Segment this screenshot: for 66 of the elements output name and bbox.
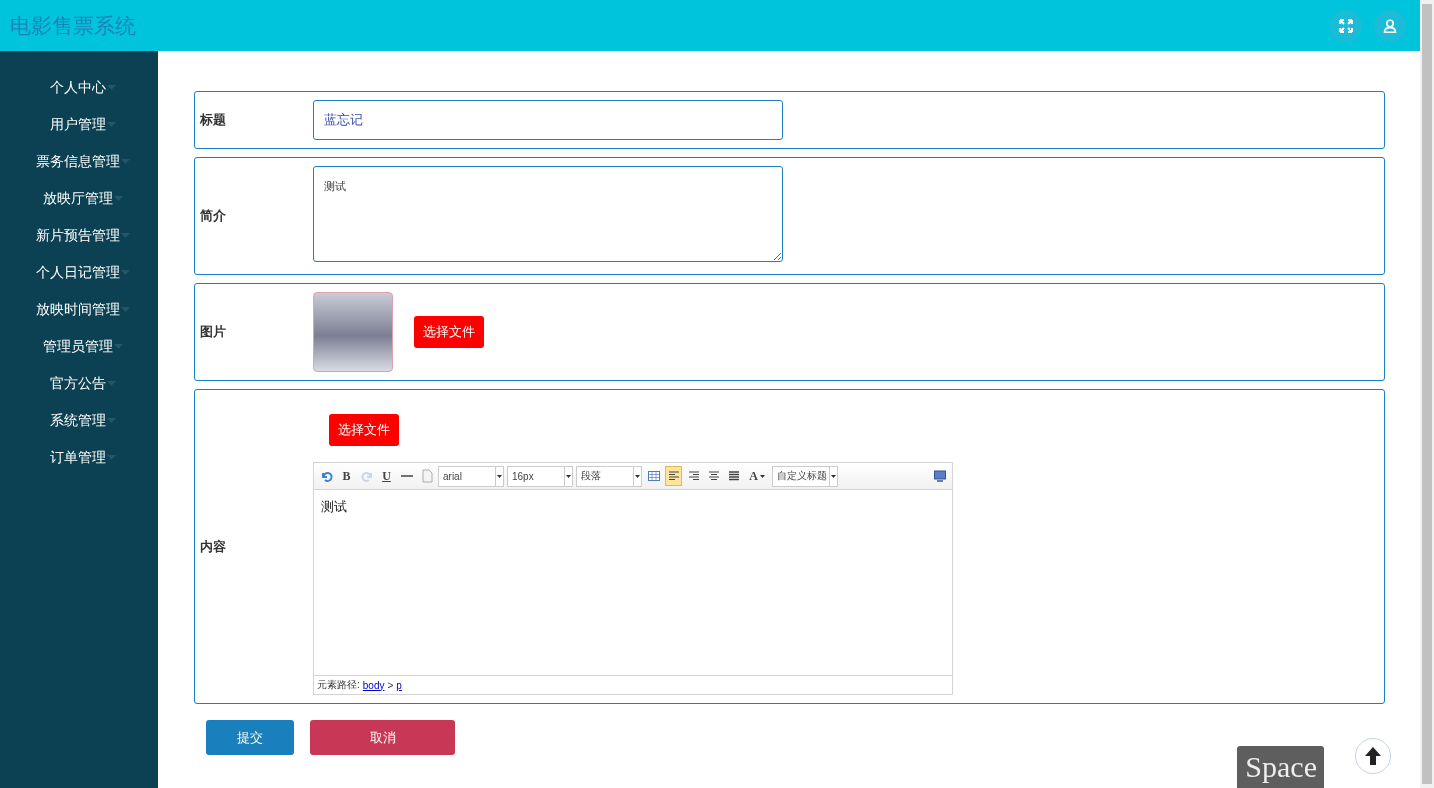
underline-button[interactable]: U bbox=[378, 466, 395, 486]
field-label: 简介 bbox=[199, 207, 227, 225]
sidebar-menu-item[interactable]: 放映厅管理 bbox=[35, 180, 123, 217]
caret-icon bbox=[121, 158, 130, 165]
align-left-button[interactable] bbox=[665, 466, 682, 486]
back-to-top-button[interactable] bbox=[1355, 738, 1391, 774]
monitor-icon bbox=[932, 469, 947, 483]
sidebar-menu-item[interactable]: 官方公告 bbox=[42, 365, 116, 402]
field-label: 内容 bbox=[199, 537, 227, 556]
summary-textarea[interactable]: 测试 bbox=[313, 166, 783, 262]
element-path-label: 元素路径: bbox=[317, 678, 360, 692]
align-center-icon bbox=[706, 469, 721, 483]
keystroke-overlay: Space bbox=[1237, 746, 1324, 788]
caret-icon bbox=[831, 474, 836, 478]
field-label: 图片 bbox=[199, 323, 227, 341]
caret-icon bbox=[121, 306, 130, 313]
sidebar-menu-item[interactable]: 系统管理 bbox=[42, 402, 116, 439]
expand-icon bbox=[1339, 18, 1353, 33]
caret-icon bbox=[566, 474, 571, 478]
caret-icon bbox=[107, 121, 116, 128]
font-color-button[interactable]: A bbox=[745, 466, 769, 486]
dropdown-select[interactable]: 16px bbox=[507, 465, 573, 487]
caret-icon bbox=[107, 84, 116, 91]
align-justify-icon bbox=[726, 469, 741, 483]
sidebar-menu-item[interactable]: 用户管理 bbox=[42, 106, 116, 143]
app-title: 电影售票系统 bbox=[10, 12, 137, 39]
sidebar-menu-item[interactable]: 个人日记管理 bbox=[28, 254, 130, 291]
sidebar-menu-item[interactable]: 新片预告管理 bbox=[28, 217, 130, 254]
caret-icon bbox=[497, 474, 502, 478]
editor-text[interactable]: 测试 bbox=[314, 490, 952, 675]
sidebar-menu-item[interactable]: 票务信息管理 bbox=[28, 143, 130, 180]
document-icon bbox=[419, 469, 434, 483]
sidebar-menu-item[interactable]: 个人中心 bbox=[42, 69, 116, 106]
sidebar-menu-item[interactable]: 订单管理 bbox=[42, 439, 116, 476]
caret-icon bbox=[635, 474, 640, 478]
sidebar-menu-item[interactable]: 管理员管理 bbox=[35, 328, 123, 365]
caret-icon bbox=[114, 343, 123, 350]
caret-icon bbox=[759, 474, 765, 478]
arrow-up-icon bbox=[1364, 746, 1382, 766]
dropdown-select[interactable]: 自定义标题 bbox=[772, 465, 838, 487]
field-label: 标题 bbox=[199, 111, 227, 129]
path-link[interactable]: p bbox=[396, 679, 402, 691]
scrollbar[interactable] bbox=[1420, 0, 1434, 788]
redo-icon bbox=[359, 469, 374, 483]
bold-button[interactable]: B bbox=[338, 466, 355, 486]
undo-icon bbox=[319, 469, 334, 483]
user-icon bbox=[1383, 18, 1397, 33]
cancel-button[interactable]: 取消 bbox=[310, 720, 455, 755]
path-separator: > bbox=[387, 679, 394, 691]
table-icon bbox=[646, 469, 661, 483]
caret-icon bbox=[114, 195, 123, 202]
dropdown-select[interactable]: arial bbox=[438, 465, 504, 487]
choose-file-button[interactable]: 选择文件 bbox=[414, 316, 484, 348]
caret-icon bbox=[121, 269, 130, 276]
caret-icon bbox=[121, 232, 130, 239]
title-input[interactable]: 蓝忘记 bbox=[313, 100, 783, 140]
sidebar-menu-item[interactable]: 放映时间管理 bbox=[28, 291, 130, 328]
align-right-icon bbox=[686, 469, 701, 483]
caret-icon bbox=[107, 454, 116, 461]
caret-icon bbox=[107, 380, 116, 387]
submit-button[interactable]: 提交 bbox=[206, 720, 294, 755]
align-left-icon bbox=[666, 469, 681, 483]
caret-icon bbox=[107, 417, 116, 424]
path-link[interactable]: body bbox=[362, 679, 385, 691]
dropdown-select[interactable]: 段落 bbox=[576, 465, 642, 487]
choose-file-button[interactable]: 选择文件 bbox=[329, 414, 399, 446]
